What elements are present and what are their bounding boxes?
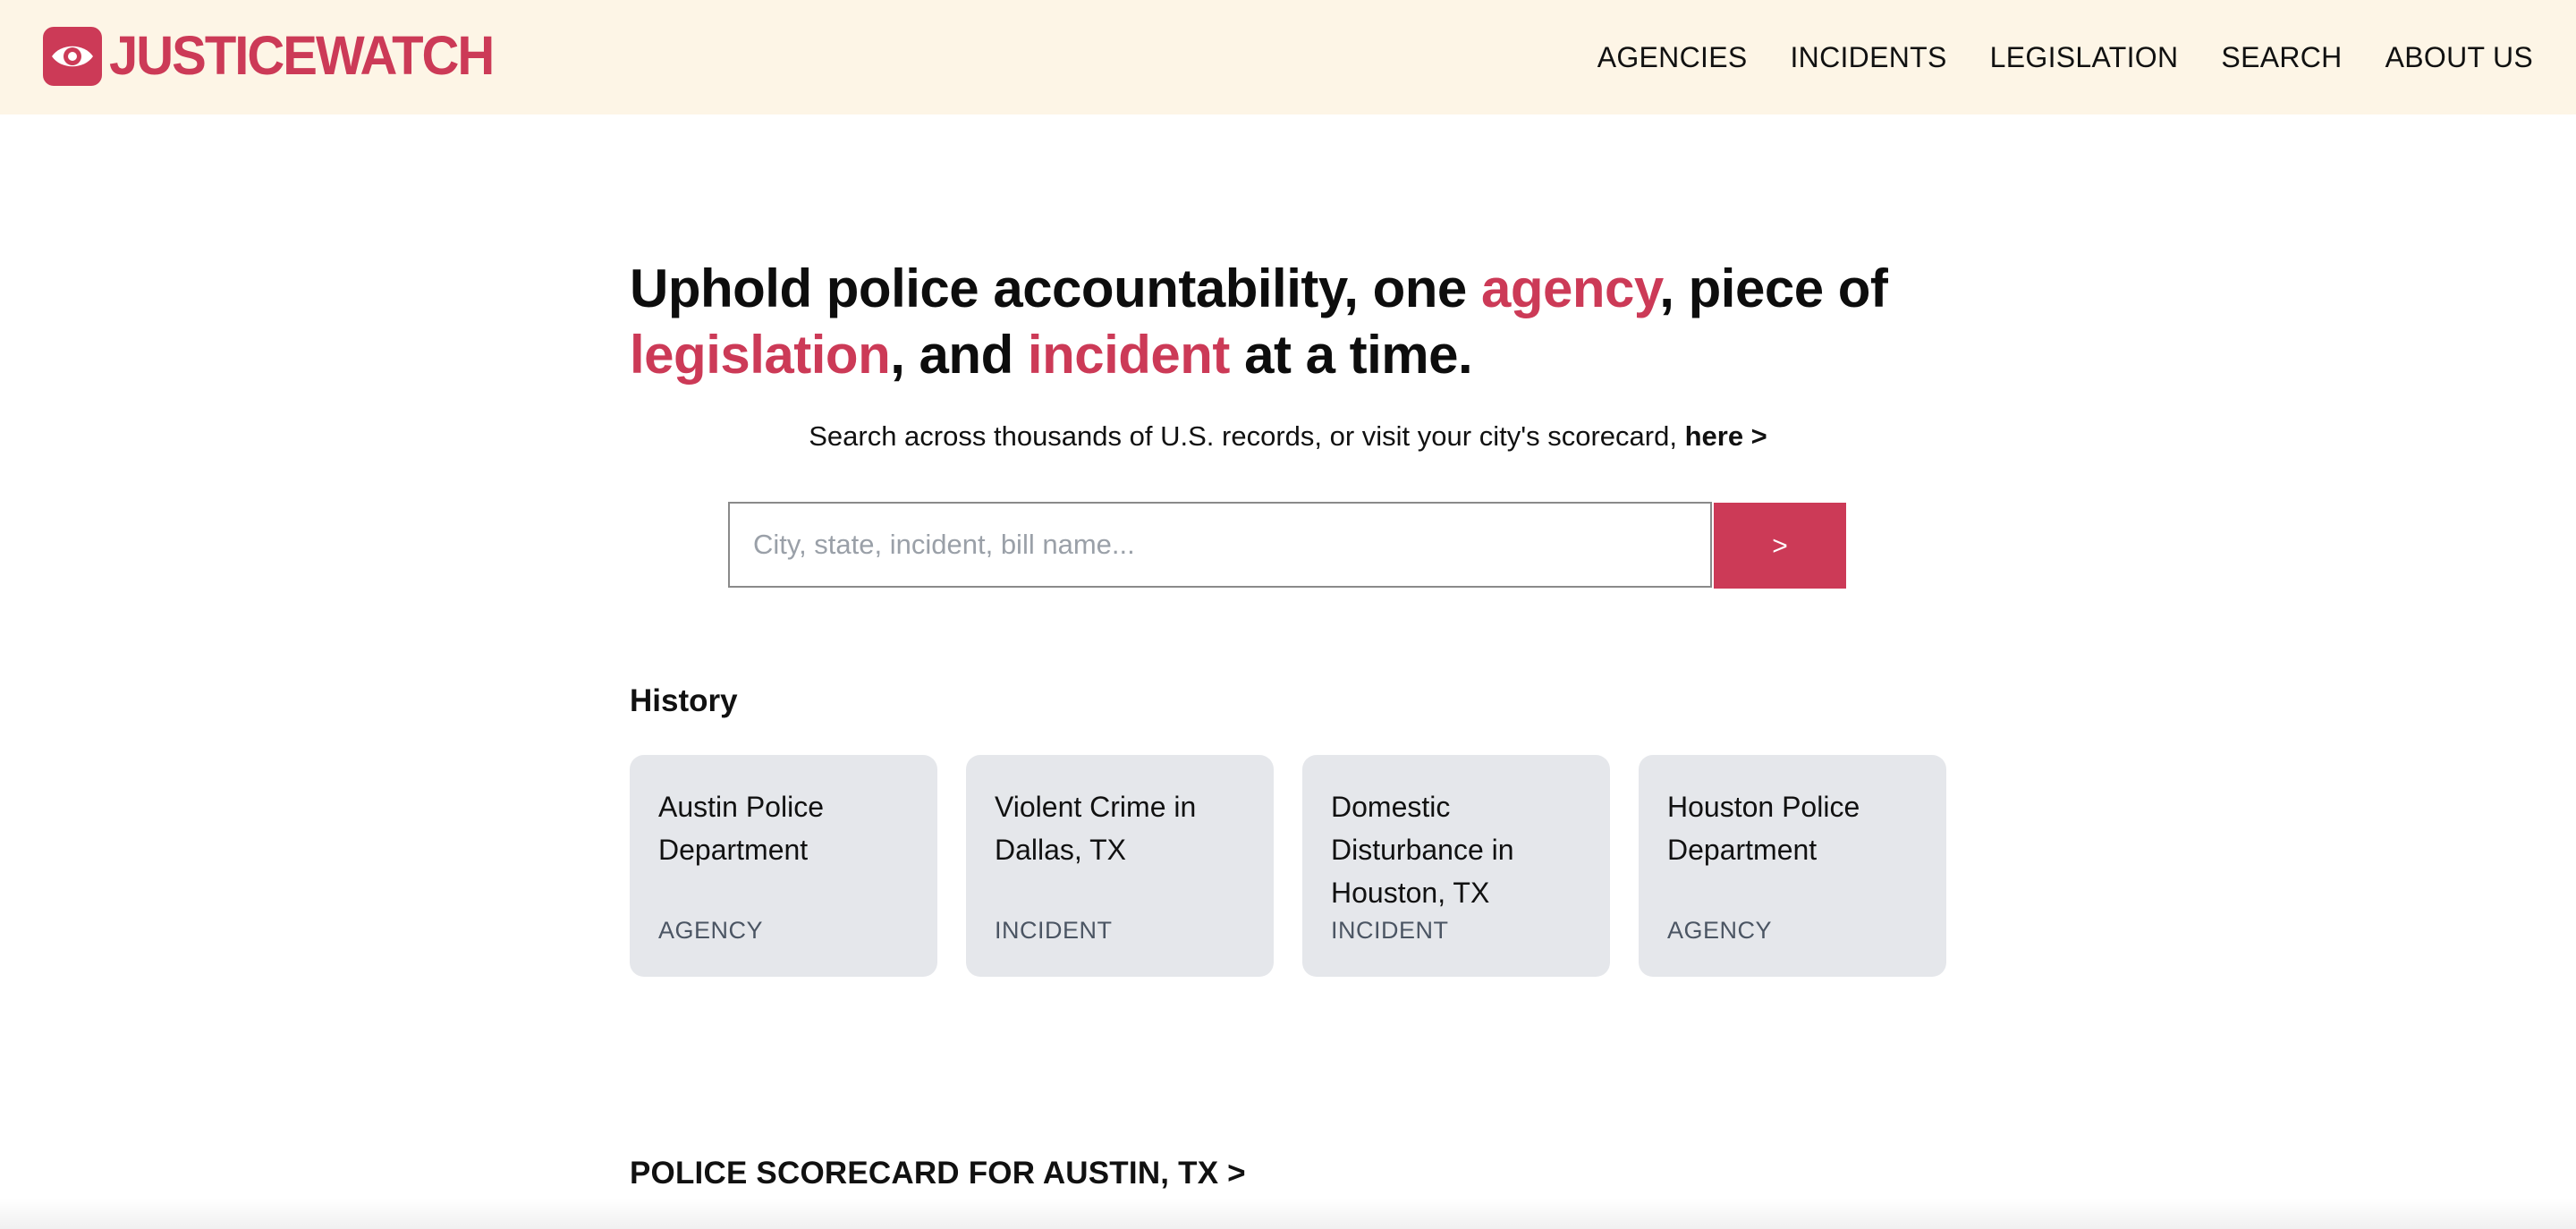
- subtitle-text: Search across thousands of U.S. records,…: [809, 420, 1685, 452]
- nav-incidents[interactable]: INCIDENTS: [1790, 39, 1946, 75]
- history-card[interactable]: Houston Police Department AGENCY: [1639, 755, 1946, 977]
- history-card-type: INCIDENT: [1331, 917, 1449, 944]
- hero-text: , piece of: [1659, 259, 1888, 318]
- bottom-edge-shadow: [0, 1199, 2576, 1229]
- nav-about-us[interactable]: ABOUT US: [2385, 39, 2533, 75]
- search-submit-button[interactable]: >: [1714, 503, 1846, 589]
- hero-text: at a time.: [1229, 325, 1473, 385]
- history-card[interactable]: Violent Crime in Dallas, TX INCIDENT: [966, 755, 1274, 977]
- logo-text: JUSTICEWATCH: [109, 25, 495, 87]
- main-nav: AGENCIES INCIDENTS LEGISLATION SEARCH AB…: [1597, 39, 2533, 75]
- search-subtitle: Search across thousands of U.S. records,…: [630, 419, 1946, 454]
- hero-highlight-agency: agency: [1480, 259, 1660, 318]
- search-field: [728, 502, 1712, 588]
- history-card-type: INCIDENT: [995, 917, 1113, 944]
- scorecard-here-link[interactable]: here >: [1685, 420, 1767, 452]
- search-input[interactable]: [730, 504, 1710, 586]
- hero-text: Uphold police accountability, one: [630, 259, 1481, 318]
- hero-headline: Uphold police accountability, one agency…: [630, 256, 1953, 388]
- scorecard-link[interactable]: POLICE SCORECARD FOR AUSTIN, TX >: [630, 1154, 1246, 1193]
- hero-highlight-incident: incident: [1027, 325, 1231, 385]
- hero-text: , and: [890, 325, 1028, 385]
- nav-search[interactable]: SEARCH: [2221, 39, 2342, 75]
- history-card-title: Austin Police Department: [658, 791, 824, 866]
- logo[interactable]: JUSTICEWATCH: [43, 25, 495, 87]
- history-card-title: Violent Crime in Dallas, TX: [995, 791, 1197, 866]
- history-card-title: Domestic Disturbance in Houston, TX: [1331, 791, 1514, 909]
- eye-icon: [43, 27, 102, 86]
- history-list: Austin Police Department AGENCY Violent …: [630, 755, 1946, 977]
- hero-highlight-legislation: legislation: [630, 325, 891, 385]
- history-card[interactable]: Austin Police Department AGENCY: [630, 755, 937, 977]
- history-heading: History: [630, 683, 738, 718]
- history-card-type: AGENCY: [1667, 917, 1773, 944]
- nav-legislation[interactable]: LEGISLATION: [1990, 39, 2179, 75]
- history-card-type: AGENCY: [658, 917, 764, 944]
- nav-agencies[interactable]: AGENCIES: [1597, 39, 1748, 75]
- history-card-title: Houston Police Department: [1667, 791, 1860, 866]
- history-card[interactable]: Domestic Disturbance in Houston, TX INCI…: [1302, 755, 1610, 977]
- site-header: JUSTICEWATCH AGENCIES INCIDENTS LEGISLAT…: [0, 0, 2576, 114]
